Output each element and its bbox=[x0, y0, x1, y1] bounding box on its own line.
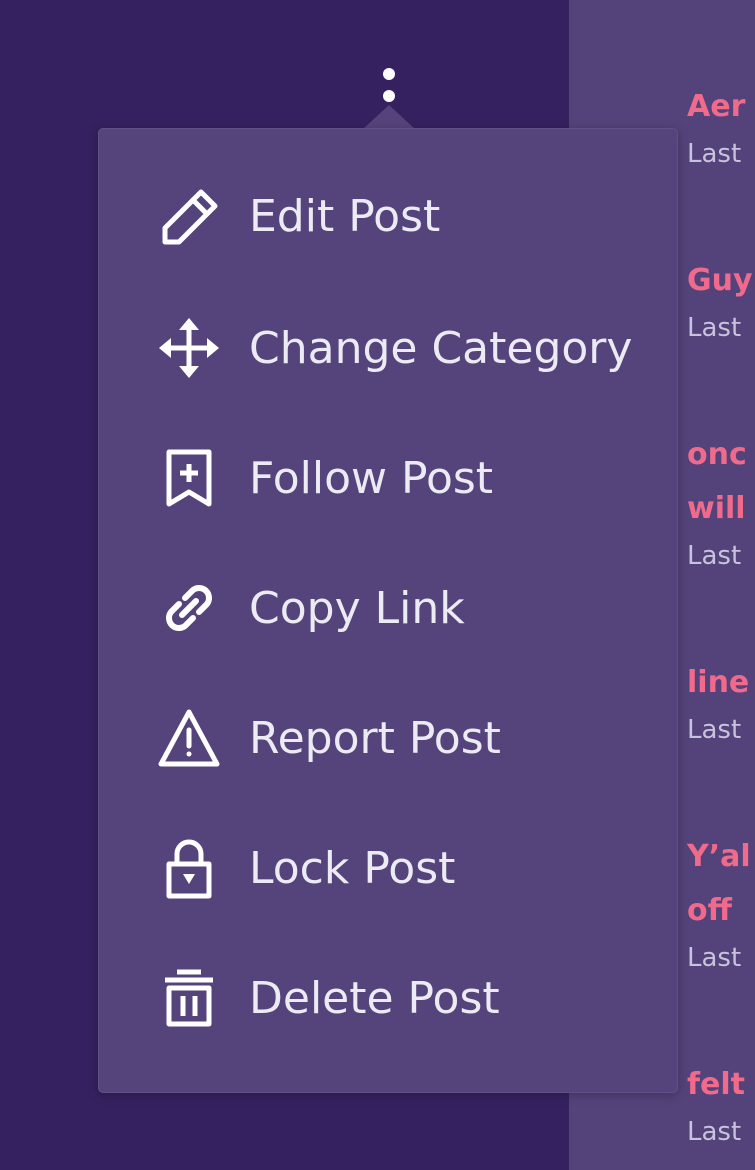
feed-item-title[interactable]: felt bbox=[687, 1058, 745, 1112]
menu-item-label: Delete Post bbox=[249, 972, 500, 1024]
feed-item-title[interactable]: onc bbox=[687, 428, 747, 482]
feed-item[interactable]: Y’al off Last bbox=[687, 830, 751, 978]
feed-item[interactable]: felt Last bbox=[687, 1058, 745, 1152]
lock-icon bbox=[155, 834, 223, 902]
feed-item-title-line-2[interactable]: off bbox=[687, 884, 751, 938]
feed-item-title[interactable]: Y’al bbox=[687, 830, 751, 884]
kebab-dot bbox=[383, 68, 395, 80]
post-options-menu: Edit Post Change Category Follow Post Co… bbox=[98, 128, 678, 1093]
feed-item-title[interactable]: Guy bbox=[687, 254, 753, 308]
feed-item-title[interactable]: line bbox=[687, 656, 749, 710]
menu-item-label: Change Category bbox=[249, 322, 633, 374]
menu-item-label: Follow Post bbox=[249, 452, 494, 504]
feed-item[interactable]: line Last bbox=[687, 656, 749, 750]
more-options-button[interactable] bbox=[376, 66, 402, 108]
feed-item-meta: Last bbox=[687, 541, 742, 571]
move-arrows-icon bbox=[155, 314, 223, 382]
feed-item[interactable]: Guy Last bbox=[687, 254, 753, 348]
kebab-dot bbox=[383, 90, 395, 102]
feed-item-title[interactable]: Aer bbox=[687, 80, 745, 134]
trash-icon bbox=[155, 964, 223, 1032]
menu-item-copy-link[interactable]: Copy Link bbox=[99, 553, 677, 663]
feed-item-meta: Last bbox=[687, 139, 742, 169]
menu-item-label: Edit Post bbox=[249, 190, 441, 242]
menu-item-lock-post[interactable]: Lock Post bbox=[99, 813, 677, 923]
menu-item-edit-post[interactable]: Edit Post bbox=[99, 161, 677, 271]
menu-item-follow-post[interactable]: Follow Post bbox=[99, 423, 677, 533]
feed-item-meta: Last bbox=[687, 943, 742, 973]
feed-item-meta: Last bbox=[687, 1117, 742, 1147]
feed-item[interactable]: Aer Last bbox=[687, 80, 745, 174]
feed-item-meta: Last bbox=[687, 313, 742, 343]
menu-item-delete-post[interactable]: Delete Post bbox=[99, 943, 677, 1053]
menu-item-change-category[interactable]: Change Category bbox=[99, 293, 677, 403]
feed-item-title-line-2[interactable]: will bbox=[687, 482, 747, 536]
bookmark-plus-icon bbox=[155, 444, 223, 512]
menu-item-report-post[interactable]: Report Post bbox=[99, 683, 677, 793]
feed-item[interactable]: onc will Last bbox=[687, 428, 747, 576]
menu-item-label: Report Post bbox=[249, 712, 501, 764]
menu-item-label: Lock Post bbox=[249, 842, 456, 894]
feed-item-meta: Last bbox=[687, 715, 742, 745]
warning-triangle-icon bbox=[155, 704, 223, 772]
link-icon bbox=[155, 574, 223, 642]
menu-item-label: Copy Link bbox=[249, 582, 465, 634]
pencil-icon bbox=[155, 182, 223, 250]
menu-pointer bbox=[363, 105, 415, 129]
